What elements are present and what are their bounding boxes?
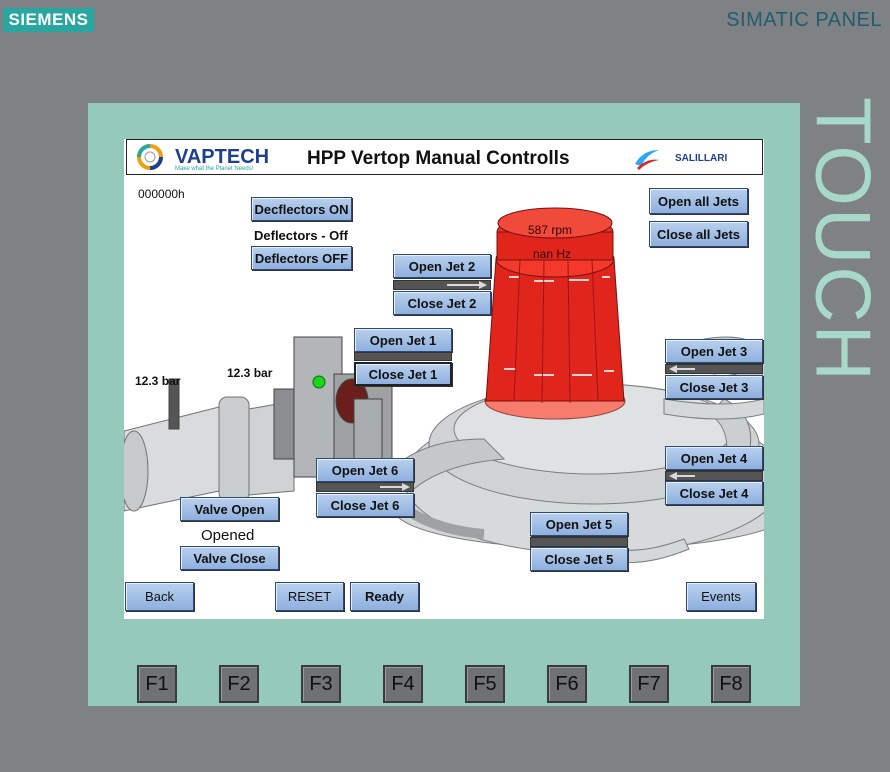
close-jet-4-button[interactable]: Close Jet 4 <box>665 481 763 505</box>
status-indicator-icon <box>312 375 326 389</box>
vaptech-logo-icon <box>137 144 163 170</box>
function-key-f1[interactable]: F1 <box>137 665 177 703</box>
speed-readout: 587 rpm <box>528 223 573 237</box>
open-jet-1-button[interactable]: Open Jet 1 <box>354 328 452 352</box>
salillari-logo-icon <box>635 150 659 170</box>
close-jet-5-button[interactable]: Close Jet 5 <box>530 547 628 571</box>
pressure-readout-2: 12.3 bar <box>227 366 273 380</box>
open-jet-4-button[interactable]: Open Jet 4 <box>665 446 763 470</box>
generator <box>484 207 626 420</box>
function-key-f3[interactable]: F3 <box>301 665 341 703</box>
function-key-f6[interactable]: F6 <box>547 665 587 703</box>
jet-4-position-bar <box>665 471 763 481</box>
open-all-jets-button[interactable]: Open all Jets <box>649 188 748 214</box>
valve-open-button[interactable]: Valve Open <box>180 497 279 521</box>
touch-label: TOUCH <box>798 97 888 383</box>
jet-1-position-bar <box>354 352 452 361</box>
vaptech-tagline: Make what the Planet Needs! <box>175 166 254 172</box>
function-key-f8[interactable]: F8 <box>711 665 751 703</box>
close-all-jets-button[interactable]: Close all Jets <box>649 221 748 247</box>
function-key-f4[interactable]: F4 <box>383 665 423 703</box>
deflectors-state: Deflectors - Off <box>254 228 348 243</box>
arrow-right-icon <box>380 483 410 491</box>
close-jet-3-button[interactable]: Close Jet 3 <box>665 375 763 399</box>
arrow-left-icon <box>669 365 695 373</box>
open-jet-5-button[interactable]: Open Jet 5 <box>530 512 628 536</box>
frequency-readout: nan Hz <box>533 247 572 261</box>
close-jet-1-button[interactable]: Close Jet 1 <box>354 362 452 386</box>
back-button[interactable]: Back <box>125 582 194 611</box>
pressure-readout-1: 12.3 bar <box>135 374 181 388</box>
deflectors-off-button[interactable]: Deflectors OFF <box>251 246 352 270</box>
panel-model-label: SIMATIC PANEL <box>726 9 882 31</box>
salillari-logo-text: SALILLARI <box>675 153 728 164</box>
touch-text: TOUCH <box>799 97 888 383</box>
close-jet-6-button[interactable]: Close Jet 6 <box>316 493 414 517</box>
jet-5-position-bar <box>530 537 628 547</box>
jet-6-position-bar <box>316 482 414 492</box>
jet-2-position-bar <box>393 280 491 290</box>
events-button[interactable]: Events <box>686 582 756 611</box>
arrow-right-icon <box>447 281 487 289</box>
runtime-counter: 000000h <box>138 187 185 201</box>
inlet-pipe <box>124 396 295 512</box>
close-jet-2-button[interactable]: Close Jet 2 <box>393 291 491 315</box>
arrow-left-icon <box>669 472 695 480</box>
open-jet-3-button[interactable]: Open Jet 3 <box>665 339 763 363</box>
function-key-f2[interactable]: F2 <box>219 665 259 703</box>
function-key-f5[interactable]: F5 <box>465 665 505 703</box>
open-jet-2-button[interactable]: Open Jet 2 <box>393 254 491 278</box>
deflectors-on-button[interactable]: Decflectors ON <box>251 197 352 221</box>
function-key-f7[interactable]: F7 <box>629 665 669 703</box>
hmi-screen: VAPTECH Make what the Planet Needs! HPP … <box>124 139 764 619</box>
header-bar: VAPTECH Make what the Planet Needs! HPP … <box>126 139 763 175</box>
siemens-logo: SIEMENS <box>3 8 94 32</box>
valve-state: Opened <box>201 527 255 544</box>
page-title: HPP Vertop Manual Controlls <box>307 148 570 169</box>
jet-3-position-bar <box>665 364 763 374</box>
valve-close-button[interactable]: Valve Close <box>180 546 279 570</box>
open-jet-6-button[interactable]: Open Jet 6 <box>316 458 414 482</box>
reset-button[interactable]: RESET <box>275 582 344 611</box>
ready-button[interactable]: Ready <box>350 582 419 611</box>
